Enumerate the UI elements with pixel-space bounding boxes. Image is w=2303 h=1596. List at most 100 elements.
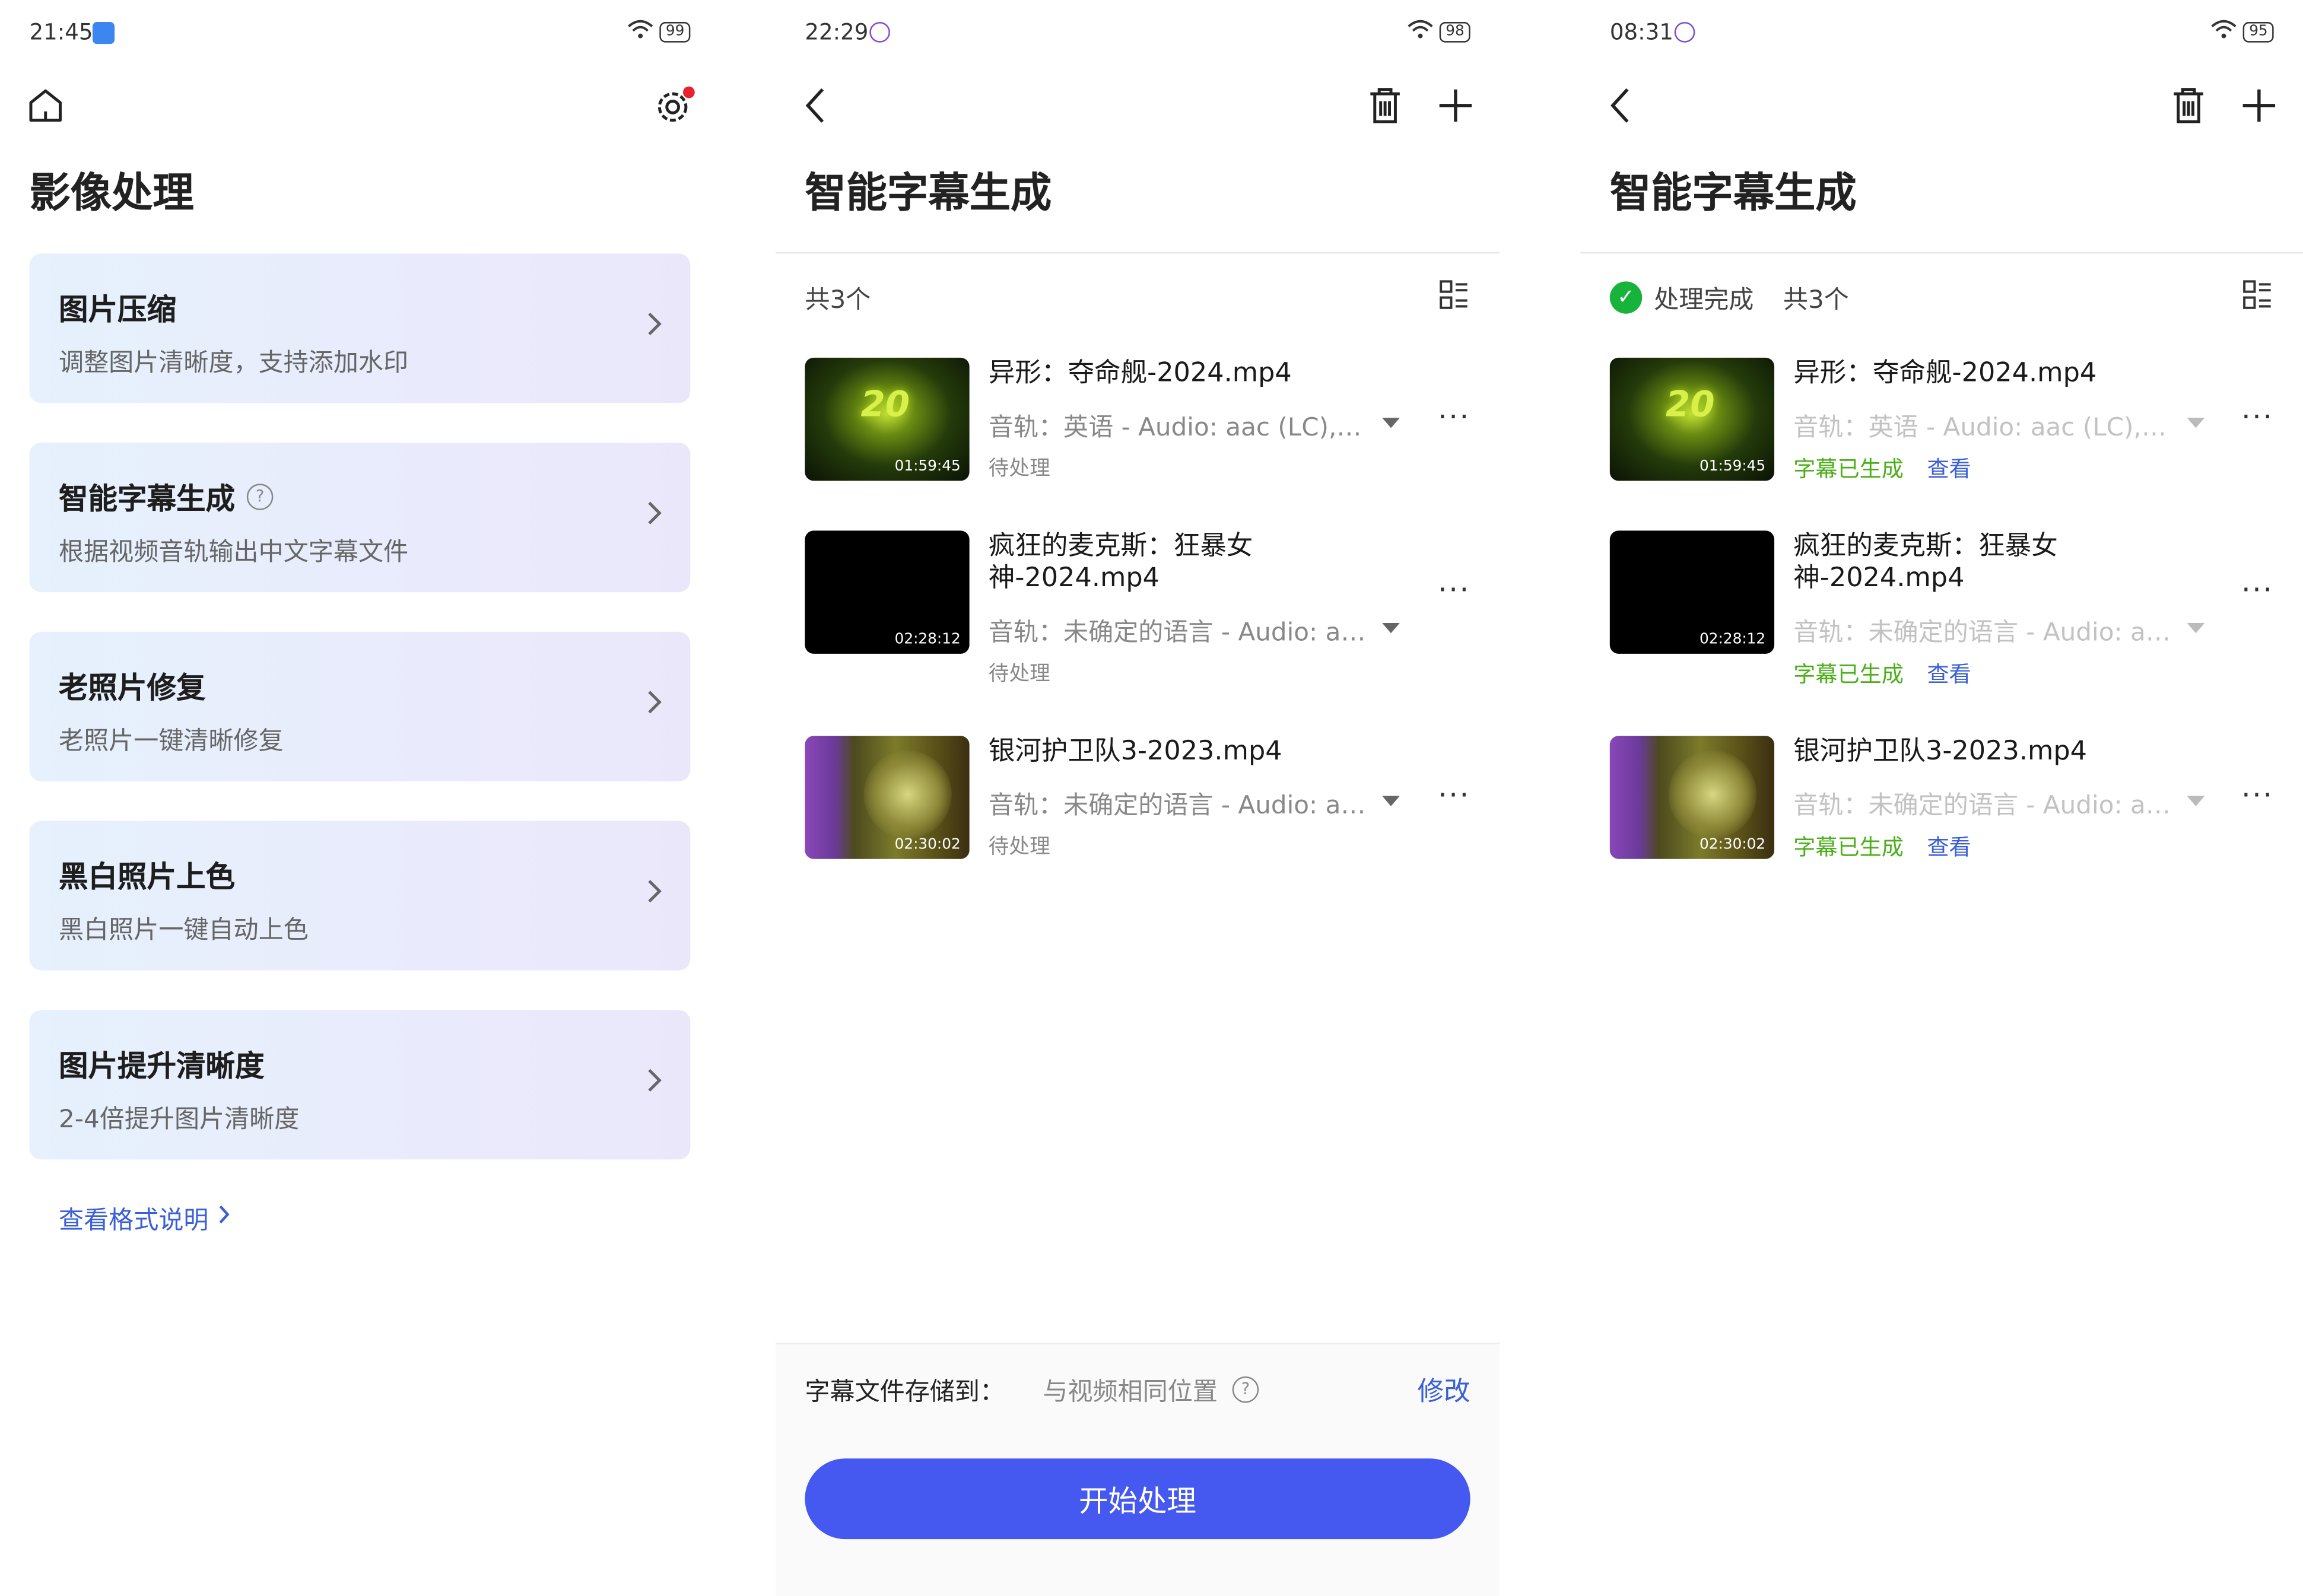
more-dots-icon[interactable]: ··· bbox=[1438, 572, 1470, 607]
list-item[interactable]: 20 01:59:45 异形：夺命舰-2024.mp4 音轨：英语 - Audio… bbox=[1609, 357, 2274, 504]
more-dots-icon[interactable]: ··· bbox=[2241, 777, 2274, 812]
view-link[interactable]: 查看 bbox=[1927, 658, 1971, 689]
chevron-right-icon bbox=[646, 498, 664, 533]
list-item[interactable]: 20 01:59:45 异形：夺命舰-2024.mp4 音轨：英语 - Audio… bbox=[805, 357, 1470, 504]
video-thumbnail: 20 01:59:45 bbox=[1609, 357, 1775, 481]
video-duration: 01:59:45 bbox=[1699, 459, 1766, 475]
more-dots-icon[interactable]: ··· bbox=[2241, 399, 2274, 434]
video-duration: 01:59:45 bbox=[894, 459, 961, 475]
subtitle-done-screen: 08:31 95 智能字幕生成 ✓ 处理完成 共3个 20 01:59:45 异… bbox=[1580, 0, 2303, 1595]
more-dots-icon[interactable]: ··· bbox=[1438, 399, 1470, 434]
wifi-icon bbox=[2211, 19, 2238, 45]
format-link-label: 查看格式说明 bbox=[59, 1206, 209, 1236]
file-name: 疯狂的麦克斯：狂暴女神-2024.mp4 bbox=[1793, 530, 2058, 594]
bottom-panel: 字幕文件存储到： 与视频相同位置 ? 修改 开始处理 bbox=[775, 1343, 1500, 1596]
card-title: 老照片修复 bbox=[59, 670, 206, 705]
help-circle-icon[interactable]: ? bbox=[246, 483, 274, 510]
list-item[interactable]: 02:30:02 银河护卫队3-2023.mp4 音轨：未确定的语言 - Aud… bbox=[1609, 736, 2274, 882]
card-subtitle: 老照片一键清晰修复 bbox=[59, 727, 284, 756]
format-info-link[interactable]: 查看格式说明 bbox=[59, 1199, 231, 1236]
back-arrow-icon[interactable] bbox=[1592, 76, 1651, 135]
card-subtitle: 黑白照片一键自动上色 bbox=[59, 916, 309, 946]
file-name: 银河护卫队3-2023.mp4 bbox=[988, 736, 1282, 767]
page-title: 影像处理 bbox=[29, 168, 194, 217]
trash-icon[interactable] bbox=[2159, 76, 2218, 135]
battery-indicator: 95 bbox=[2243, 22, 2274, 43]
list-item[interactable]: 02:30:02 银河护卫队3-2023.mp4 音轨：未确定的语言 - Aud… bbox=[805, 736, 1470, 882]
video-duration: 02:28:12 bbox=[1699, 631, 1766, 648]
view-link[interactable]: 查看 bbox=[1927, 453, 1971, 484]
download-circle-icon bbox=[869, 22, 890, 43]
wifi-icon bbox=[628, 19, 655, 45]
grid-list-icon[interactable] bbox=[2241, 278, 2273, 318]
card-title: 黑白照片上色 bbox=[59, 859, 236, 895]
card-subtitle: 根据视频音轨输出中文字幕文件 bbox=[59, 538, 409, 568]
list-header: 共3个 bbox=[805, 275, 1470, 319]
card-upscale[interactable]: 图片提升清晰度 2-4倍提升图片清晰度 bbox=[29, 1010, 691, 1160]
subtitle-generated-label: 字幕已生成 bbox=[1793, 834, 1904, 861]
more-dots-icon[interactable]: ··· bbox=[1438, 777, 1470, 812]
start-processing-button[interactable]: 开始处理 bbox=[805, 1458, 1470, 1540]
video-duration: 02:30:02 bbox=[894, 837, 961, 853]
subtitle-generated-label: 字幕已生成 bbox=[1793, 661, 1904, 688]
modify-link[interactable]: 修改 bbox=[1418, 1371, 1470, 1409]
help-circle-icon[interactable]: ? bbox=[1232, 1375, 1259, 1403]
processing-done-status: ✓ 处理完成 共3个 bbox=[1609, 278, 1849, 316]
audio-track-select[interactable]: 音轨：英语 - Audio: aac (LC), 48000 Hz bbox=[989, 406, 1368, 443]
file-name: 疯狂的麦克斯：狂暴女神-2024.mp4 bbox=[988, 530, 1253, 594]
wifi-icon bbox=[1408, 19, 1434, 45]
file-name: 异形：夺命舰-2024.mp4 bbox=[1793, 357, 2097, 389]
view-link[interactable]: 查看 bbox=[1927, 831, 1971, 862]
card-subtitle: 2-4倍提升图片清晰度 bbox=[59, 1105, 300, 1135]
list-item[interactable]: 02:28:12 疯狂的麦克斯：狂暴女神-2024.mp4 音轨：未确定的语言 … bbox=[805, 530, 1470, 686]
dropdown-arrow-icon bbox=[2187, 796, 2205, 806]
grid-list-icon[interactable] bbox=[1438, 278, 1470, 318]
card-old-photo-repair[interactable]: 老照片修复 老照片一键清晰修复 bbox=[29, 631, 691, 781]
home-icon[interactable] bbox=[16, 76, 75, 135]
dropdown-arrow-icon[interactable] bbox=[1382, 623, 1400, 634]
dropdown-arrow-icon bbox=[2187, 418, 2205, 428]
video-thumbnail: 02:30:02 bbox=[805, 736, 970, 859]
video-thumbnail: 02:30:02 bbox=[1609, 736, 1775, 859]
item-state: 待处理 bbox=[988, 662, 1050, 686]
download-circle-icon bbox=[1674, 22, 1695, 43]
list-item[interactable]: 02:28:12 疯狂的麦克斯：狂暴女神-2024.mp4 音轨：未确定的语言 … bbox=[1609, 530, 2274, 688]
image-processing-screen: 21:45 99 影像处理 图片压缩 调整图片清晰度，支持添加水印 智能字幕生成… bbox=[0, 0, 720, 1595]
gear-icon[interactable] bbox=[645, 76, 704, 135]
notification-dot bbox=[682, 86, 695, 98]
file-name: 银河护卫队3-2023.mp4 bbox=[1793, 736, 2087, 767]
file-count: 共3个 bbox=[805, 285, 871, 316]
status-bar: 08:31 95 bbox=[1610, 15, 2274, 50]
video-thumbnail: 20 01:59:45 bbox=[805, 357, 970, 481]
dropdown-arrow-icon[interactable] bbox=[1382, 796, 1400, 806]
video-duration: 02:30:02 bbox=[1699, 837, 1766, 853]
save-location-value: 与视频相同位置 bbox=[1043, 1378, 1218, 1407]
card-image-compress[interactable]: 图片压缩 调整图片清晰度，支持添加水印 bbox=[29, 253, 691, 403]
file-name: 异形：夺命舰-2024.mp4 bbox=[988, 357, 1292, 389]
top-bar bbox=[29, 76, 695, 135]
audio-track-select: 音轨：英语 - Audio: aac (LC), 48000 Hz bbox=[1793, 413, 2172, 443]
done-label: 处理完成 bbox=[1654, 285, 1754, 316]
plus-icon[interactable] bbox=[1426, 76, 1485, 135]
card-smart-subtitle[interactable]: 智能字幕生成? 根据视频音轨输出中文字幕文件 bbox=[29, 443, 691, 593]
card-colorize[interactable]: 黑白照片上色 黑白照片一键自动上色 bbox=[29, 821, 691, 971]
trash-icon[interactable] bbox=[1356, 76, 1415, 135]
status-bar: 22:29 98 bbox=[805, 15, 1470, 50]
card-title: 智能字幕生成 bbox=[59, 481, 236, 516]
subtitle-generated-label: 字幕已生成 bbox=[1793, 456, 1904, 482]
audio-track-select[interactable]: 音轨：未确定的语言 - Audio: aac bbox=[989, 611, 1368, 648]
card-title: 图片压缩 bbox=[59, 291, 177, 327]
video-thumbnail: 02:28:12 bbox=[805, 530, 970, 654]
status-time: 21:45 bbox=[29, 19, 93, 46]
more-dots-icon[interactable]: ··· bbox=[2241, 572, 2274, 607]
video-duration: 02:28:12 bbox=[894, 631, 961, 648]
chevron-right-icon bbox=[646, 1066, 664, 1101]
dropdown-arrow-icon bbox=[2187, 623, 2205, 634]
dropdown-arrow-icon[interactable] bbox=[1382, 418, 1400, 428]
item-state: 待处理 bbox=[988, 835, 1050, 859]
back-arrow-icon[interactable] bbox=[787, 76, 846, 135]
audio-track-select[interactable]: 音轨：未确定的语言 - Audio: aac bbox=[989, 784, 1368, 821]
plus-icon[interactable] bbox=[2229, 76, 2288, 135]
chevron-right-icon bbox=[646, 309, 664, 344]
video-thumbnail: 02:28:12 bbox=[1609, 530, 1775, 654]
